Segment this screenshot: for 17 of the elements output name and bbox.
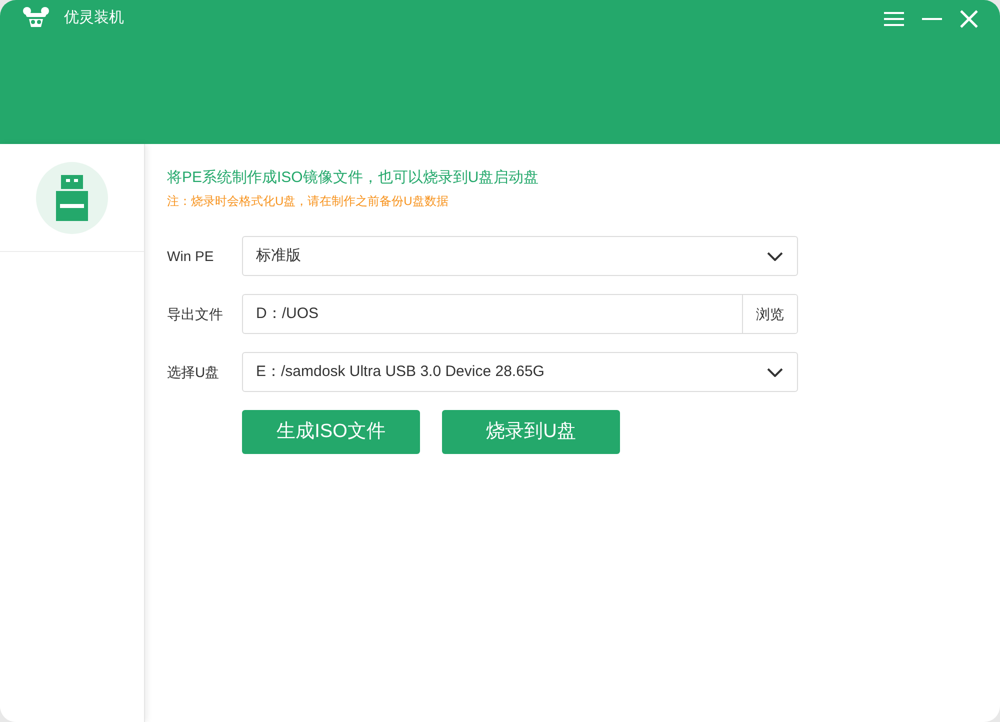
chevron-down-icon bbox=[767, 368, 783, 376]
headline: 将PE系统制作成ISO镜像文件，也可以烧录到U盘启动盘 bbox=[167, 168, 540, 188]
dropdown[interactable]: 标准版 bbox=[242, 236, 798, 276]
warning-text: 注：烧录时会格式化U盘，请在制作之前备份U盘数据 bbox=[167, 193, 450, 210]
field-label: Win PE bbox=[167, 246, 215, 266]
sidebar-item[interactable] bbox=[0, 144, 144, 252]
close-icon[interactable] bbox=[960, 10, 978, 28]
input-field[interactable]: D：/UOS bbox=[243, 302, 742, 326]
field-label: 导出文件 bbox=[167, 304, 224, 324]
usb-drive-icon bbox=[56, 174, 88, 220]
field-label: 选择U盘 bbox=[167, 362, 220, 382]
dropdown[interactable]: E：/samdosk Ultra USB 3.0 Device 28.65G bbox=[242, 352, 798, 392]
chevron-down-icon bbox=[767, 252, 783, 260]
panda-logo-icon bbox=[22, 7, 50, 29]
browse-button[interactable]: 浏览 bbox=[742, 295, 797, 333]
window-title: 优灵装机 bbox=[64, 8, 124, 28]
menu-icon[interactable] bbox=[884, 12, 904, 26]
